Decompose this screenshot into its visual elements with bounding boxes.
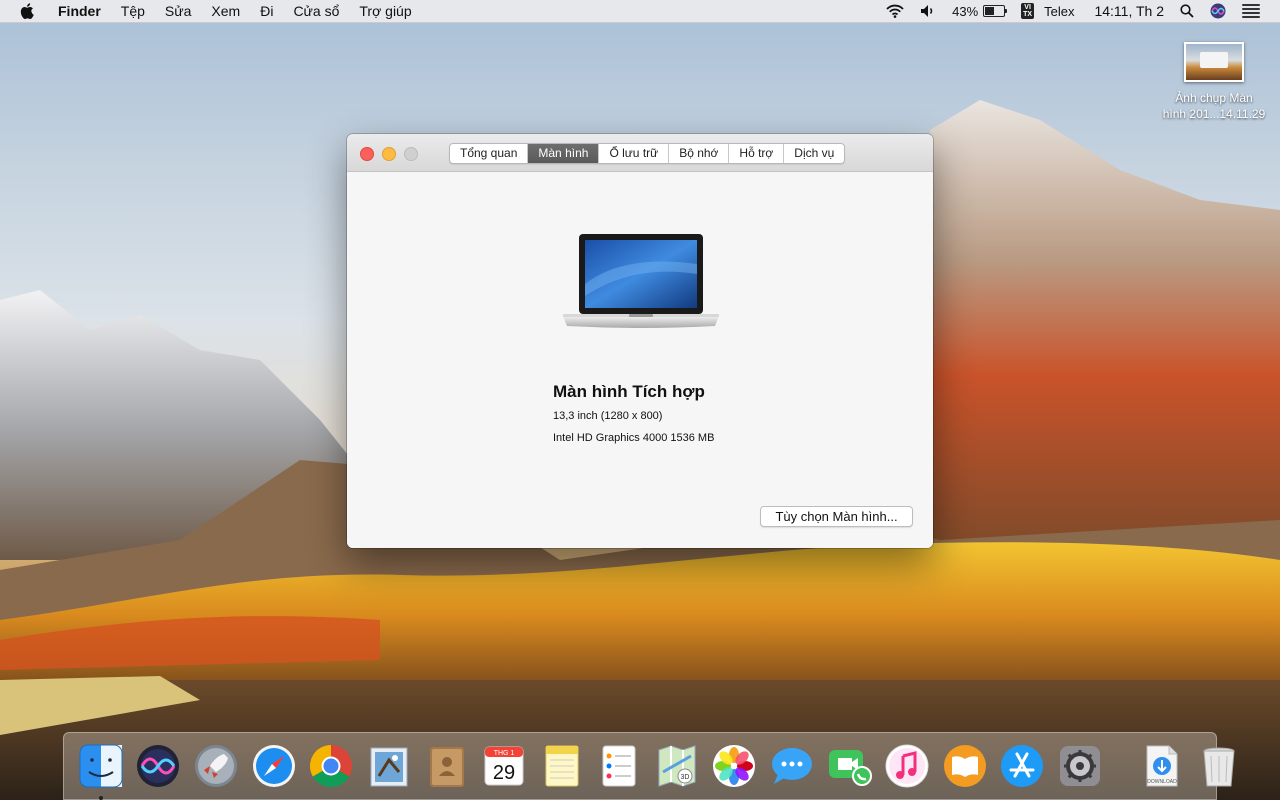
finder-icon bbox=[79, 744, 123, 788]
contacts-book-icon bbox=[430, 747, 465, 787]
menu-app-finder[interactable]: Finder bbox=[48, 0, 111, 22]
dock-facetime[interactable] bbox=[826, 742, 874, 790]
downloads-icon: DOWNLOAD bbox=[1146, 745, 1178, 787]
menu-bar: Finder Tệp Sửa Xem Đi Cửa sổ Trợ giúp 43… bbox=[0, 0, 1280, 23]
display-title: Màn hình Tích hợp bbox=[553, 382, 705, 401]
zoom-button[interactable] bbox=[404, 147, 418, 161]
tab-overview[interactable]: Tổng quan bbox=[450, 144, 529, 163]
battery-icon bbox=[983, 5, 1008, 17]
dock-chrome[interactable] bbox=[307, 742, 355, 790]
dock-app-store[interactable] bbox=[998, 742, 1046, 790]
menu-go[interactable]: Đi bbox=[250, 0, 283, 22]
macbook-display-icon bbox=[563, 234, 719, 337]
siri-icon bbox=[137, 745, 180, 787]
menu-view[interactable]: Xem bbox=[201, 0, 250, 22]
input-source-menu[interactable]: VI TX Telex bbox=[1013, 3, 1082, 19]
dock-maps[interactable]: 3D bbox=[653, 742, 701, 790]
screenshot-thumbnail-icon bbox=[1184, 42, 1244, 82]
desktop-screenshot-file[interactable]: Ảnh chụp Màn hình 201...14.11.29 bbox=[1150, 42, 1278, 122]
input-method-label: Telex bbox=[1044, 3, 1075, 19]
dock-messages[interactable] bbox=[768, 742, 816, 790]
dock-mail[interactable] bbox=[365, 742, 413, 790]
file-name-line2: hình 201...14.11.29 bbox=[1162, 107, 1266, 121]
notification-center-icon[interactable] bbox=[1234, 4, 1268, 18]
itunes-music-icon bbox=[885, 744, 929, 788]
menu-window[interactable]: Cửa sổ bbox=[283, 0, 349, 22]
tab-storage[interactable]: Ổ lưu trữ bbox=[599, 144, 670, 163]
reminders-icon bbox=[602, 745, 636, 787]
photos-flower-icon bbox=[713, 745, 756, 787]
graphics-info: Intel HD Graphics 4000 1536 MB bbox=[553, 432, 715, 444]
wifi-icon[interactable] bbox=[878, 4, 912, 18]
trash-icon bbox=[1203, 747, 1235, 787]
about-this-mac-window: Tổng quan Màn hình Ổ lưu trữ Bộ nhớ Hỗ t… bbox=[347, 134, 933, 548]
dock-photos[interactable] bbox=[710, 742, 758, 790]
dock-safari[interactable] bbox=[250, 742, 298, 790]
display-preferences-button[interactable]: Tùy chọn Màn hình... bbox=[760, 506, 913, 527]
calendar-icon: THG 1 29 bbox=[484, 746, 524, 786]
window-titlebar[interactable]: Tổng quan Màn hình Ổ lưu trữ Bộ nhớ Hỗ t… bbox=[347, 134, 933, 172]
dock-notes[interactable] bbox=[538, 742, 586, 790]
chrome-icon bbox=[310, 745, 353, 788]
battery-percent: 43% bbox=[952, 3, 979, 19]
messages-bubble-icon bbox=[771, 748, 812, 784]
battery-status[interactable]: 43% bbox=[944, 4, 1013, 19]
maps-icon: 3D bbox=[658, 745, 696, 787]
menu-edit[interactable]: Sửa bbox=[155, 0, 202, 22]
file-name-line1: Ảnh chụp Màn bbox=[1175, 91, 1253, 105]
gear-icon bbox=[1059, 746, 1100, 786]
dock-downloads[interactable]: DOWNLOAD bbox=[1137, 742, 1185, 790]
mail-stamp-icon bbox=[370, 747, 408, 787]
facetime-icon bbox=[828, 750, 872, 786]
calendar-month: THG 1 bbox=[494, 750, 515, 757]
dock-finder[interactable] bbox=[77, 742, 125, 800]
dock-calendar[interactable]: THG 1 29 bbox=[480, 742, 528, 790]
dock-itunes[interactable] bbox=[883, 742, 931, 790]
menu-help[interactable]: Trợ giúp bbox=[349, 0, 421, 22]
menu-file[interactable]: Tệp bbox=[111, 0, 155, 22]
tab-bar: Tổng quan Màn hình Ổ lưu trữ Bộ nhớ Hỗ t… bbox=[449, 143, 846, 164]
battery-fill bbox=[985, 7, 994, 15]
volume-icon[interactable] bbox=[912, 4, 944, 18]
dock-siri[interactable] bbox=[134, 742, 182, 790]
downloads-label: DOWNLOAD bbox=[1148, 779, 1178, 785]
app-store-icon bbox=[1001, 745, 1044, 787]
minimize-button[interactable] bbox=[382, 147, 396, 161]
input-badge-bottom: TX bbox=[1023, 11, 1033, 18]
dock-reminders[interactable] bbox=[595, 742, 643, 790]
ibooks-icon bbox=[943, 745, 986, 787]
notes-icon bbox=[545, 745, 579, 787]
tab-support[interactable]: Hỗ trợ bbox=[729, 144, 785, 163]
input-source-icon: VI TX bbox=[1021, 3, 1035, 19]
clock[interactable]: 14:11, Th 2 bbox=[1082, 3, 1172, 19]
dock-system-preferences[interactable] bbox=[1056, 742, 1104, 790]
dock-trash[interactable] bbox=[1195, 742, 1243, 790]
spotlight-search-icon[interactable] bbox=[1172, 4, 1202, 18]
dock-launchpad[interactable] bbox=[192, 742, 240, 790]
tab-memory[interactable]: Bộ nhớ bbox=[669, 144, 730, 163]
tab-service[interactable]: Dịch vụ bbox=[784, 144, 844, 163]
launchpad-rocket-icon bbox=[194, 745, 237, 787]
safari-compass-icon bbox=[252, 745, 295, 787]
dock-ibooks[interactable] bbox=[941, 742, 989, 790]
running-indicator bbox=[98, 796, 103, 800]
dock-contacts[interactable] bbox=[422, 742, 470, 790]
siri-icon[interactable] bbox=[1202, 3, 1234, 19]
tab-displays[interactable]: Màn hình bbox=[528, 144, 600, 163]
dock: THG 1 29 3D DOWNLOAD bbox=[63, 732, 1235, 800]
apple-menu-icon[interactable] bbox=[0, 3, 48, 19]
input-badge-top: VI bbox=[1024, 4, 1031, 11]
display-panel: Màn hình Tích hợp 13,3 inch (1280 x 800)… bbox=[347, 172, 933, 548]
calendar-day: 29 bbox=[493, 762, 515, 784]
close-button[interactable] bbox=[360, 147, 374, 161]
display-size: 13,3 inch (1280 x 800) bbox=[553, 410, 663, 422]
svg-text:3D: 3D bbox=[680, 774, 689, 781]
